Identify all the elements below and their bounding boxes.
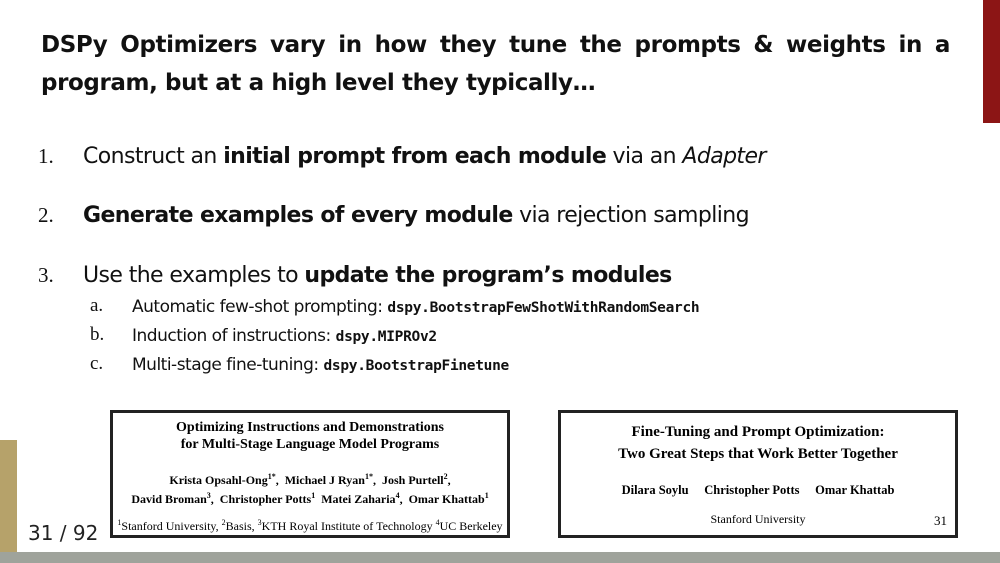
slide-title: DSPy Optimizers vary in how they tune th…: [41, 32, 950, 96]
paper-authors: Krista Opsahl-Ong1*, Michael J Ryan1*, J…: [131, 472, 489, 506]
code-snippet: dspy.MIPROv2: [335, 329, 437, 345]
sub-number: c.: [90, 353, 104, 374]
paper-title: Fine-Tuning and Prompt Optimization: Two…: [618, 424, 898, 462]
list-number: 3.: [38, 263, 54, 287]
sub-number: a.: [90, 295, 104, 316]
paper-title: Optimizing Instructions and Demonstratio…: [176, 420, 444, 452]
paper-card-mipro: Optimizing Instructions and Demonstratio…: [110, 410, 510, 538]
paper-card-finetune: Fine-Tuning and Prompt Optimization: Two…: [558, 410, 958, 538]
sub-text: Automatic few-shot prompting: dspy.Boots…: [132, 297, 700, 317]
footer-bar: [0, 552, 1000, 563]
list-number: 1.: [38, 144, 54, 168]
list-text: Use the examples to update the program’s…: [83, 263, 672, 288]
list-text: Construct an initial prompt from each mo…: [83, 144, 766, 169]
sub-number: b.: [90, 324, 105, 345]
paper-affiliations: 1Stanford University, 2Basis, 3KTH Royal…: [117, 518, 503, 533]
accent-bar-top-right: [983, 0, 1000, 123]
code-snippet: dspy.BootstrapFewShotWithRandomSearch: [387, 300, 700, 316]
paper-page-number: 31: [934, 513, 947, 528]
sub-text: Multi-stage fine-tuning: dspy.BootstrapF…: [132, 355, 509, 375]
sub-text: Induction of instructions: dspy.MIPROv2: [132, 326, 437, 346]
accent-bar-bottom-left: [0, 440, 17, 552]
slide-counter: 31 / 92: [28, 521, 99, 545]
paper-authors: Dilara Soylu Christopher Potts Omar Khat…: [621, 483, 895, 497]
list-text: Generate examples of every module via re…: [83, 203, 750, 228]
paper-affiliation: Stanford University: [710, 512, 806, 526]
code-snippet: dspy.BootstrapFinetune: [323, 358, 510, 374]
list-number: 2.: [38, 203, 54, 227]
